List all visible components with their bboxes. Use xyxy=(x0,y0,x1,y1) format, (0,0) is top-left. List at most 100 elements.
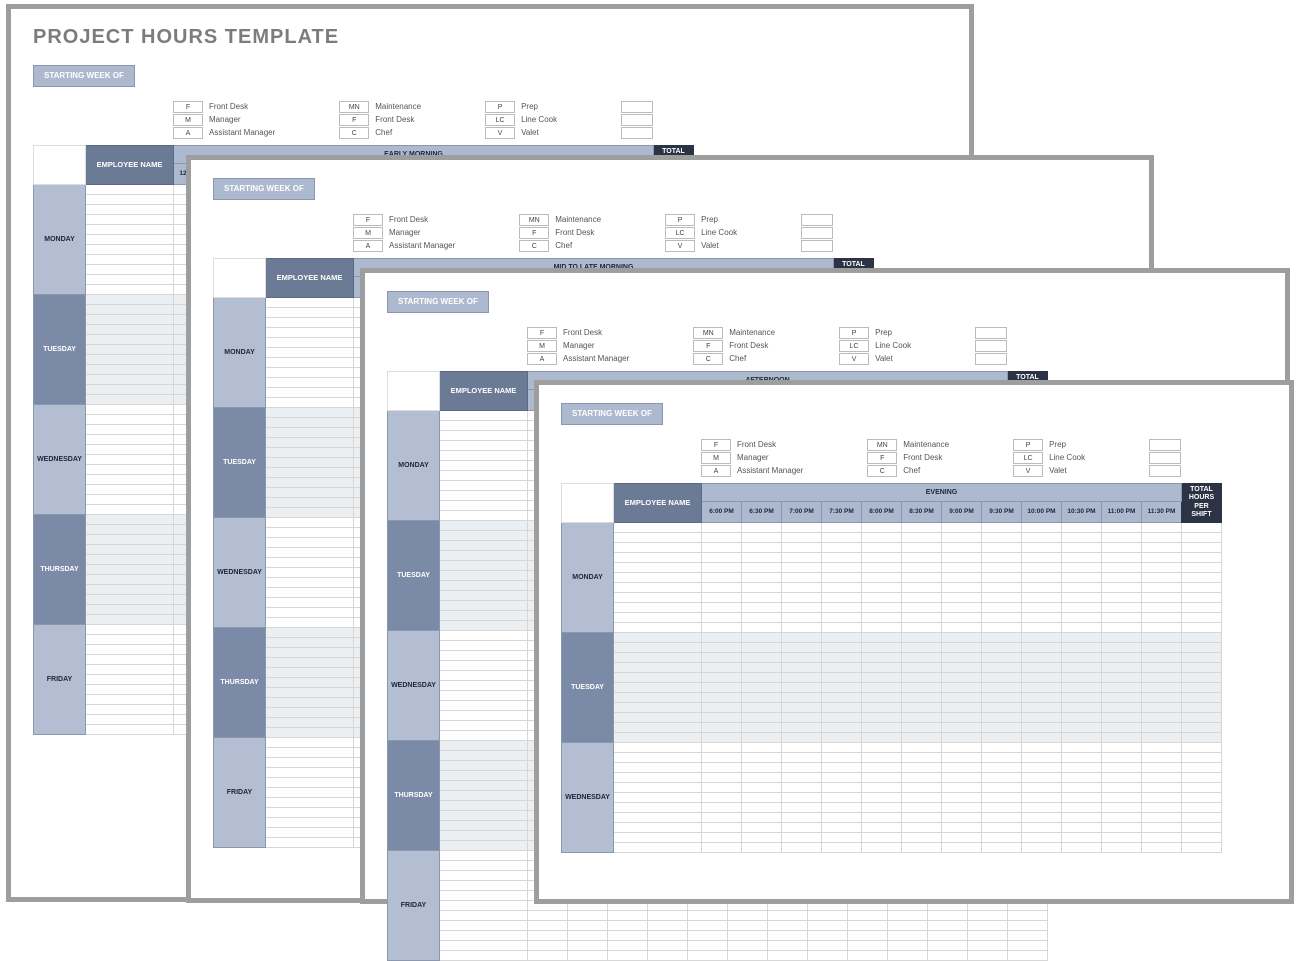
employee-name-cell[interactable] xyxy=(614,532,702,542)
employee-name-cell[interactable] xyxy=(86,364,174,374)
hour-cell[interactable] xyxy=(1022,662,1062,672)
hour-cell[interactable] xyxy=(742,702,782,712)
total-cell[interactable] xyxy=(1182,622,1222,632)
hour-cell[interactable] xyxy=(942,772,982,782)
hour-cell[interactable] xyxy=(702,802,742,812)
hour-cell[interactable] xyxy=(688,930,728,940)
hour-cell[interactable] xyxy=(1022,552,1062,562)
hour-cell[interactable] xyxy=(982,672,1022,682)
hour-cell[interactable] xyxy=(1022,812,1062,822)
hour-cell[interactable] xyxy=(968,920,1008,930)
hour-cell[interactable] xyxy=(1102,542,1142,552)
hour-cell[interactable] xyxy=(1142,652,1182,662)
hour-cell[interactable] xyxy=(1022,682,1062,692)
hour-cell[interactable] xyxy=(1142,792,1182,802)
hour-cell[interactable] xyxy=(702,832,742,842)
employee-name-cell[interactable] xyxy=(266,767,354,777)
hour-cell[interactable] xyxy=(982,822,1022,832)
hour-cell[interactable] xyxy=(902,782,942,792)
hour-cell[interactable] xyxy=(942,552,982,562)
employee-name-cell[interactable] xyxy=(86,304,174,314)
hour-cell[interactable] xyxy=(782,742,822,752)
hour-cell[interactable] xyxy=(902,682,942,692)
hour-cell[interactable] xyxy=(822,812,862,822)
hour-cell[interactable] xyxy=(862,712,902,722)
hour-cell[interactable] xyxy=(528,920,568,930)
hour-cell[interactable] xyxy=(1142,682,1182,692)
hour-cell[interactable] xyxy=(702,722,742,732)
hour-cell[interactable] xyxy=(1062,572,1102,582)
hour-cell[interactable] xyxy=(1142,692,1182,702)
hour-cell[interactable] xyxy=(782,542,822,552)
hour-cell[interactable] xyxy=(942,692,982,702)
total-cell[interactable] xyxy=(1182,822,1222,832)
hour-cell[interactable] xyxy=(942,712,982,722)
hour-cell[interactable] xyxy=(702,762,742,772)
employee-name-cell[interactable] xyxy=(614,702,702,712)
employee-name-cell[interactable] xyxy=(266,717,354,727)
hour-cell[interactable] xyxy=(1102,732,1142,742)
employee-name-cell[interactable] xyxy=(86,624,174,634)
hour-cell[interactable] xyxy=(942,532,982,542)
hour-cell[interactable] xyxy=(902,592,942,602)
total-cell[interactable] xyxy=(1182,752,1222,762)
hour-cell[interactable] xyxy=(742,662,782,672)
hour-cell[interactable] xyxy=(1022,572,1062,582)
total-cell[interactable] xyxy=(1008,950,1048,960)
employee-name-cell[interactable] xyxy=(266,787,354,797)
hour-cell[interactable] xyxy=(862,562,902,572)
hour-cell[interactable] xyxy=(568,920,608,930)
employee-name-cell[interactable] xyxy=(266,517,354,527)
hour-cell[interactable] xyxy=(862,582,902,592)
hour-cell[interactable] xyxy=(902,572,942,582)
hour-cell[interactable] xyxy=(1062,772,1102,782)
total-cell[interactable] xyxy=(1182,552,1222,562)
total-cell[interactable] xyxy=(1182,602,1222,612)
hour-cell[interactable] xyxy=(1062,812,1102,822)
hour-cell[interactable] xyxy=(862,792,902,802)
hour-cell[interactable] xyxy=(782,562,822,572)
hour-cell[interactable] xyxy=(702,622,742,632)
employee-name-cell[interactable] xyxy=(614,582,702,592)
employee-name-cell[interactable] xyxy=(440,590,528,600)
hour-cell[interactable] xyxy=(888,930,928,940)
hour-cell[interactable] xyxy=(1102,622,1142,632)
employee-name-cell[interactable] xyxy=(86,234,174,244)
employee-name-cell[interactable] xyxy=(266,707,354,717)
hour-cell[interactable] xyxy=(782,572,822,582)
employee-name-cell[interactable] xyxy=(440,490,528,500)
hour-cell[interactable] xyxy=(1022,652,1062,662)
employee-name-cell[interactable] xyxy=(86,524,174,534)
hour-cell[interactable] xyxy=(982,662,1022,672)
hour-cell[interactable] xyxy=(1102,742,1142,752)
hour-cell[interactable] xyxy=(942,602,982,612)
employee-name-cell[interactable] xyxy=(266,427,354,437)
hour-cell[interactable] xyxy=(942,652,982,662)
hour-cell[interactable] xyxy=(942,842,982,852)
hour-cell[interactable] xyxy=(862,672,902,682)
hour-cell[interactable] xyxy=(888,910,928,920)
hour-cell[interactable] xyxy=(982,642,1022,652)
employee-name-cell[interactable] xyxy=(86,724,174,734)
hour-cell[interactable] xyxy=(1102,652,1142,662)
hour-cell[interactable] xyxy=(982,692,1022,702)
hour-cell[interactable] xyxy=(782,752,822,762)
hour-cell[interactable] xyxy=(782,812,822,822)
total-cell[interactable] xyxy=(1182,722,1222,732)
hour-cell[interactable] xyxy=(1062,842,1102,852)
hour-cell[interactable] xyxy=(848,910,888,920)
hour-cell[interactable] xyxy=(1022,532,1062,542)
employee-name-cell[interactable] xyxy=(440,450,528,460)
hour-cell[interactable] xyxy=(648,920,688,930)
hour-cell[interactable] xyxy=(742,772,782,782)
employee-name-cell[interactable] xyxy=(266,597,354,607)
hour-cell[interactable] xyxy=(928,940,968,950)
employee-name-cell[interactable] xyxy=(440,560,528,570)
employee-name-cell[interactable] xyxy=(266,677,354,687)
employee-name-cell[interactable] xyxy=(266,297,354,307)
total-cell[interactable] xyxy=(1182,532,1222,542)
hour-cell[interactable] xyxy=(702,752,742,762)
hour-cell[interactable] xyxy=(902,702,942,712)
hour-cell[interactable] xyxy=(782,662,822,672)
employee-name-cell[interactable] xyxy=(614,712,702,722)
